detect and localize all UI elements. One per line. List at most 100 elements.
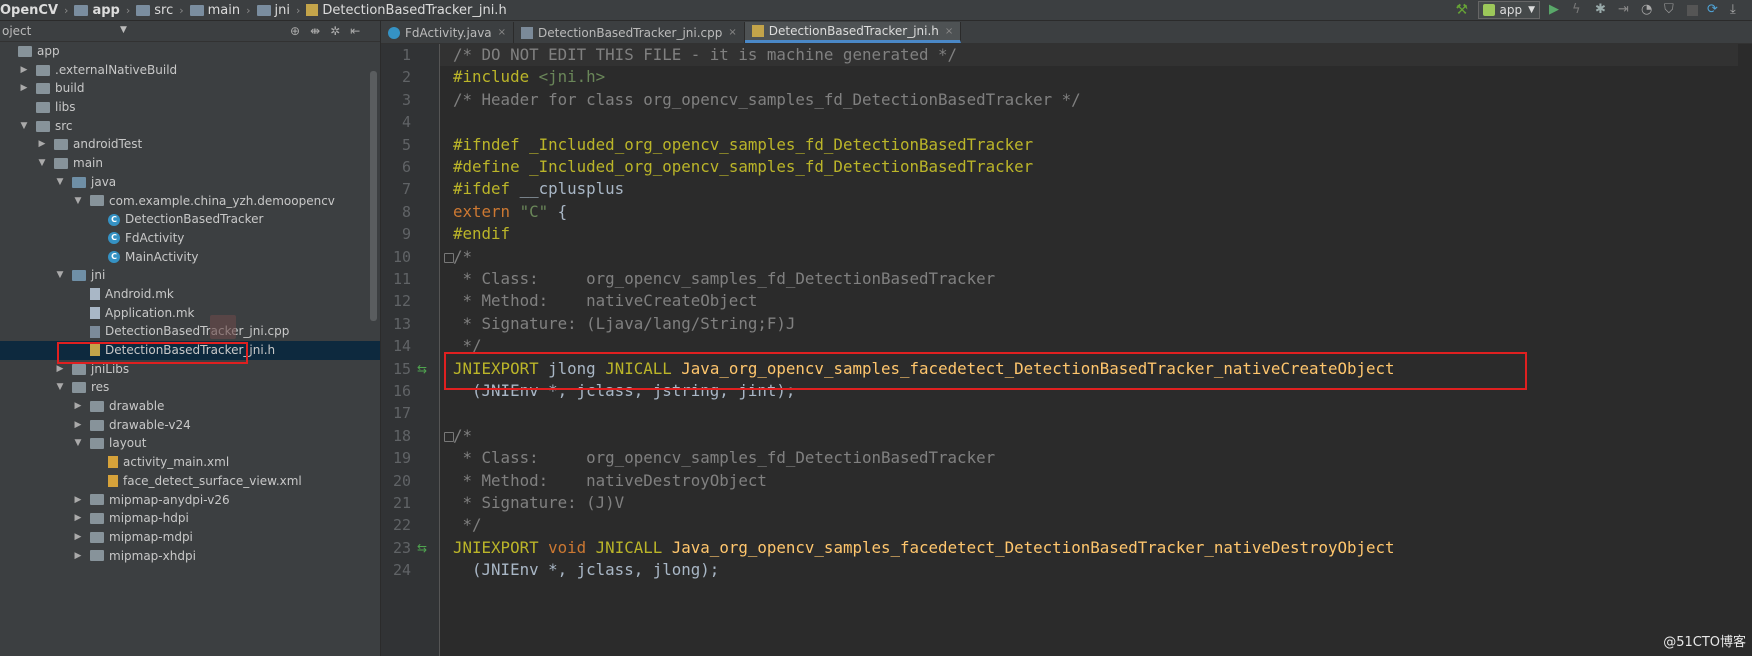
folder-icon: [90, 513, 104, 525]
collapse-all-icon[interactable]: ⇼: [310, 24, 320, 38]
collapse-arrow-icon[interactable]: ▶: [72, 491, 84, 510]
tree-item[interactable]: ▼ java: [0, 173, 380, 192]
coverage-icon[interactable]: ⛉: [1664, 3, 1678, 17]
editor-tab[interactable]: FdActivity.java ×: [381, 22, 515, 43]
line-number: 2: [401, 68, 411, 87]
expand-arrow-icon[interactable]: ▼: [54, 173, 66, 192]
profile-icon[interactable]: ◔: [1641, 3, 1655, 17]
tree-item[interactable]: ▼ com.example.china_yzh.demoopencv: [0, 192, 380, 211]
code-token: {: [548, 201, 568, 221]
cpp-file-icon: [90, 325, 100, 338]
tree-item[interactable]: app: [0, 42, 380, 61]
tree-item[interactable]: libs: [0, 98, 380, 117]
tree-item-label: mipmap-mdpi: [109, 529, 193, 544]
breadcrumb-item[interactable]: › DetectionBasedTracker_jni.h: [290, 3, 507, 18]
code-line: #endif: [453, 223, 510, 245]
sync-icon[interactable]: ⟳: [1707, 3, 1721, 17]
chevron-down-icon[interactable]: ▼: [120, 25, 127, 35]
tree-item[interactable]: C FdActivity: [0, 229, 380, 248]
close-icon[interactable]: ×: [498, 27, 506, 38]
expand-arrow-icon[interactable]: ▼: [18, 117, 30, 136]
stop-icon[interactable]: [1687, 4, 1698, 16]
main-toolbar: ⚒ app ▼ ▶ ϟ ✱ ⇥ ◔ ⛉ ⟳ ⤓: [1455, 0, 1752, 20]
expand-arrow-icon[interactable]: ▼: [36, 154, 48, 173]
close-icon[interactable]: ×: [728, 27, 736, 38]
tree-item[interactable]: ▶ drawable: [0, 397, 380, 416]
collapse-arrow-icon[interactable]: ▶: [72, 528, 84, 547]
tree-item[interactable]: ▼ jni: [0, 266, 380, 285]
debug-icon[interactable]: ✱: [1595, 3, 1609, 17]
collapse-arrow-icon[interactable]: ▶: [72, 416, 84, 435]
tree-item[interactable]: ▼ layout: [0, 434, 380, 453]
tree-item[interactable]: ▶ build: [0, 79, 380, 98]
tree-item[interactable]: ▼ src: [0, 117, 380, 136]
expand-arrow-icon[interactable]: ▼: [72, 434, 84, 453]
code-token: _Included_org_opencv_samples_fd_Detectio…: [529, 157, 1034, 176]
build-hammer-icon[interactable]: ⚒: [1455, 3, 1469, 17]
editor-tab[interactable]: DetectionBasedTracker_jni.cpp ×: [514, 22, 745, 43]
tree-item[interactable]: ▶ mipmap-hdpi: [0, 509, 380, 528]
tree-item[interactable]: C DetectionBasedTracker: [0, 210, 380, 229]
collapse-arrow-icon[interactable]: ▶: [72, 509, 84, 528]
breadcrumb-item[interactable]: › app: [58, 3, 120, 18]
tree-item[interactable]: DetectionBasedTracker_jni.cpp: [0, 322, 380, 341]
tree-item[interactable]: ▶ drawable-v24: [0, 416, 380, 435]
tree-item[interactable]: ▶ mipmap-mdpi: [0, 528, 380, 547]
breadcrumb-item[interactable]: › jni: [240, 3, 290, 18]
apply-changes-icon[interactable]: ϟ: [1572, 3, 1586, 17]
tree-item[interactable]: ▶ .externalNativeBuild: [0, 61, 380, 80]
folder-icon: [72, 382, 86, 394]
sdk-manager-icon[interactable]: ⤓: [1730, 3, 1744, 17]
code-token: * Class: org_opencv_samples_fd_Detection…: [453, 269, 996, 288]
tree-item[interactable]: ▶ androidTest: [0, 135, 380, 154]
collapse-arrow-icon[interactable]: ▶: [72, 547, 84, 566]
breadcrumb-label: main: [207, 2, 241, 18]
breadcrumb-item[interactable]: › main: [173, 3, 240, 18]
breadcrumb-item[interactable]: OpenCV: [0, 3, 58, 18]
line-number: 3: [401, 90, 411, 109]
collapse-arrow-icon[interactable]: ▶: [18, 61, 30, 80]
tree-item[interactable]: Android.mk: [0, 285, 380, 304]
project-scrollbar[interactable]: [370, 71, 377, 321]
tree-item[interactable]: ▶ mipmap-xhdpi: [0, 547, 380, 566]
project-view-selector[interactable]: oject: [0, 24, 31, 38]
tree-item[interactable]: C MainActivity: [0, 248, 380, 267]
breadcrumb-item[interactable]: › src: [120, 3, 173, 18]
run-configuration-selector[interactable]: app ▼: [1478, 1, 1540, 19]
close-icon[interactable]: ×: [945, 26, 953, 37]
tree-item[interactable]: ▼ res: [0, 378, 380, 397]
gear-icon[interactable]: ✲: [330, 24, 340, 38]
fold-icon[interactable]: [444, 431, 454, 442]
code-line: * Class: org_opencv_samples_fd_Detection…: [453, 447, 996, 469]
expand-arrow-icon[interactable]: ▼: [54, 266, 66, 285]
tree-item[interactable]: ▼ main: [0, 154, 380, 173]
scroll-from-source-icon[interactable]: ⊕: [290, 24, 300, 38]
code-token: * Signature: (Ljava/lang/String;F)J: [453, 313, 796, 333]
code-token: #ifndef: [453, 134, 530, 154]
editor-scrollbar[interactable]: [1738, 44, 1752, 656]
collapse-arrow-icon[interactable]: ▶: [36, 135, 48, 154]
hide-panel-icon[interactable]: ⇤: [350, 24, 360, 38]
attach-debugger-icon[interactable]: ⇥: [1618, 3, 1632, 17]
editor-tab[interactable]: DetectionBasedTracker_jni.h ×: [744, 22, 962, 43]
tree-item-label: activity_main.xml: [123, 455, 230, 470]
expand-arrow-icon[interactable]: ▼: [54, 378, 66, 397]
annotation-highlight-box: [444, 352, 1527, 390]
run-icon[interactable]: ▶: [1549, 3, 1563, 17]
breadcrumb-label: OpenCV: [0, 2, 59, 18]
tree-item[interactable]: Application.mk: [0, 304, 380, 323]
project-panel-header: oject ▼ ⊕ ⇼ ✲ ⇤: [0, 21, 380, 42]
expand-arrow-icon[interactable]: ▼: [72, 192, 84, 211]
code-editor[interactable]: /* DO NOT EDIT THIS FILE - it is machine…: [440, 44, 1752, 656]
drag-ghost-icon: [210, 315, 236, 339]
tree-item[interactable]: ▶ mipmap-anydpi-v26: [0, 491, 380, 510]
tree-item[interactable]: activity_main.xml: [0, 453, 380, 472]
fold-icon[interactable]: [444, 252, 454, 263]
tree-item[interactable]: face_detect_surface_view.xml: [0, 472, 380, 491]
code-line: /* Header for class org_opencv_samples_f…: [453, 89, 1081, 111]
code-line: /* DO NOT EDIT THIS FILE - it is machine…: [440, 44, 1752, 67]
collapse-arrow-icon[interactable]: ▶: [72, 397, 84, 416]
navigate-to-implementation-icon[interactable]: ⇆: [417, 537, 427, 559]
collapse-arrow-icon[interactable]: ▶: [18, 79, 30, 98]
navigate-to-implementation-icon[interactable]: ⇆: [417, 358, 427, 380]
